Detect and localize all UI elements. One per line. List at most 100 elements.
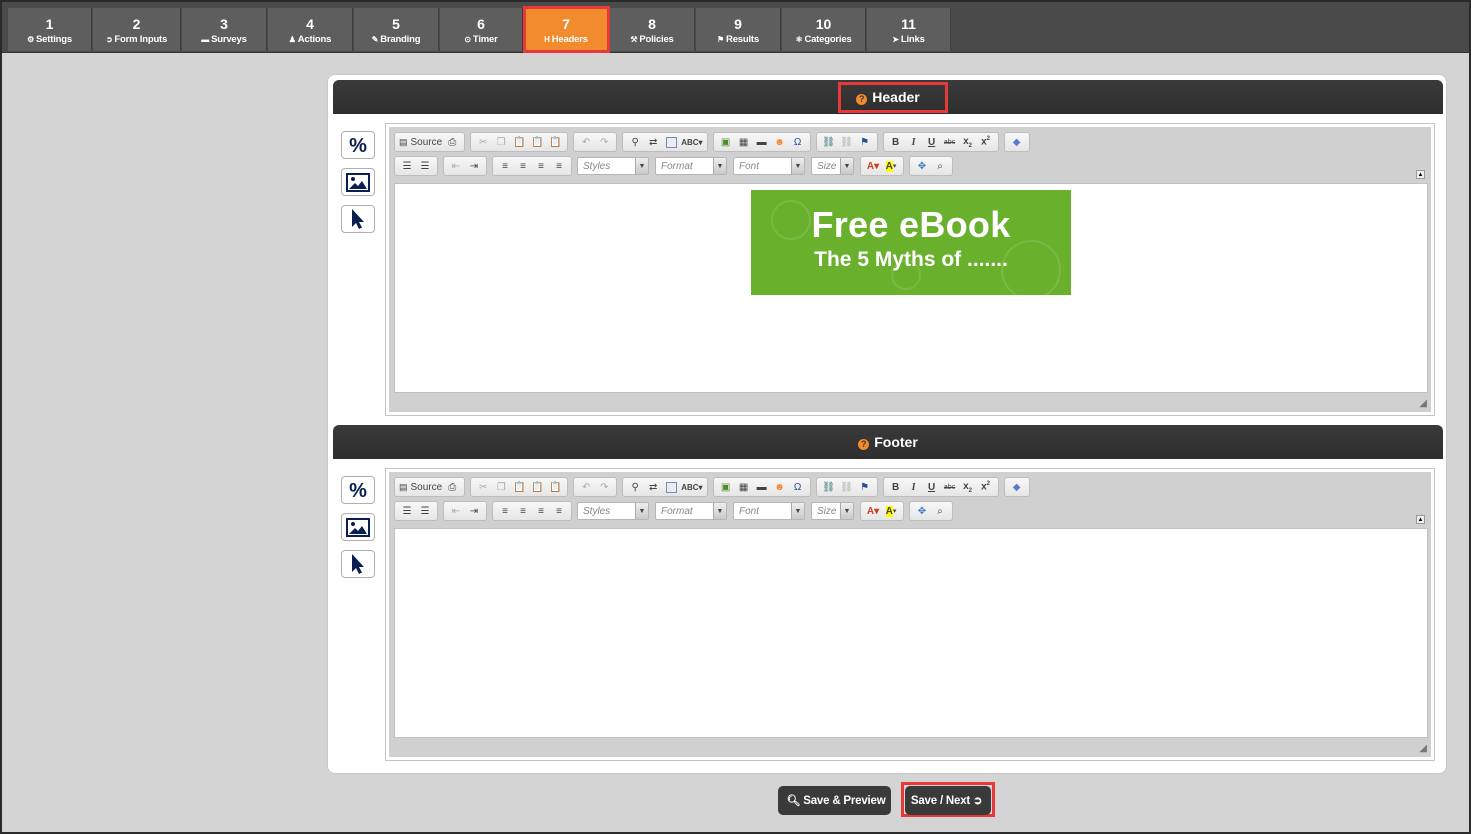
insert-image-button[interactable] <box>341 168 375 196</box>
horizontal-line-button[interactable]: ▬ <box>754 134 770 150</box>
step-categories[interactable]: 10 ⚛ Categories <box>782 8 866 51</box>
anchor-button[interactable]: ⚑ <box>857 479 873 495</box>
align-right-button[interactable]: ≡ <box>533 503 549 519</box>
collapse-toolbar-icon[interactable]: ▲ <box>1416 515 1425 524</box>
table-button[interactable]: ▦ <box>736 479 752 495</box>
paste-button[interactable]: 📋 <box>511 479 527 495</box>
superscript-button[interactable]: x2 <box>978 479 994 495</box>
step-actions[interactable]: 4 ♟ Actions <box>268 8 353 51</box>
text-color-button[interactable]: A▾ <box>865 158 881 174</box>
link-button[interactable]: ⛓ <box>821 134 837 150</box>
size-select[interactable]: Size ▼ <box>811 502 854 520</box>
subscript-button[interactable]: x2 <box>960 479 976 495</box>
step-headers[interactable]: 7 H Headers <box>523 6 610 53</box>
smiley-button[interactable]: ☻ <box>772 134 788 150</box>
maximize-button[interactable]: ✥ <box>914 158 930 174</box>
table-button[interactable]: ▦ <box>736 134 752 150</box>
unlink-button[interactable]: ⛓ <box>839 479 855 495</box>
help-icon[interactable]: ? <box>858 439 870 450</box>
step-branding[interactable]: 5 ✎ Branding <box>354 8 439 51</box>
bg-color-button[interactable]: A ▾ <box>883 503 899 519</box>
justify-button[interactable]: ≡ <box>551 503 567 519</box>
resize-handle-icon[interactable]: ◢ <box>1419 743 1427 754</box>
maximize-button[interactable]: ✥ <box>914 503 930 519</box>
align-right-button[interactable]: ≡ <box>533 158 549 174</box>
redo-button[interactable]: ↷ <box>596 479 612 495</box>
underline-button[interactable]: U <box>924 479 940 495</box>
justify-button[interactable]: ≡ <box>551 158 567 174</box>
font-select[interactable]: Font ▼ <box>733 502 805 520</box>
strike-button[interactable]: abc <box>942 479 958 495</box>
italic-button[interactable]: I <box>906 479 922 495</box>
source-button[interactable]: ▤ Source <box>399 479 442 495</box>
bold-button[interactable]: B <box>888 134 904 150</box>
styles-select[interactable]: Styles ▼ <box>577 157 649 175</box>
numbered-list-button[interactable]: ☰ <box>399 503 415 519</box>
cut-button[interactable]: ✂ <box>475 479 491 495</box>
unlink-button[interactable]: ⛓ <box>839 134 855 150</box>
indent-button[interactable]: ⇥ <box>466 503 482 519</box>
merge-field-button[interactable]: % <box>341 476 375 504</box>
text-color-button[interactable]: A▾ <box>865 503 881 519</box>
bulleted-list-button[interactable]: ☰ <box>417 503 433 519</box>
size-select[interactable]: Size ▼ <box>811 157 854 175</box>
cut-button[interactable]: ✂ <box>475 134 491 150</box>
step-surveys[interactable]: 3 ▬ Surveys <box>182 8 267 51</box>
smiley-button[interactable]: ☻ <box>772 479 788 495</box>
outdent-button[interactable]: ⇤ <box>448 158 464 174</box>
format-select[interactable]: Format ▼ <box>655 502 727 520</box>
styles-select[interactable]: Styles ▼ <box>577 502 649 520</box>
font-select[interactable]: Font ▼ <box>733 157 805 175</box>
underline-button[interactable]: U <box>924 134 940 150</box>
find-button[interactable]: ⚲ <box>627 479 643 495</box>
special-char-button[interactable]: Ω <box>790 479 806 495</box>
save-preview-button[interactable]: 🔍︎ Save & Preview <box>778 786 891 815</box>
remove-format-button[interactable]: ◆ <box>1009 134 1025 150</box>
footer-content-area[interactable] <box>394 528 1428 738</box>
align-center-button[interactable]: ≡ <box>515 503 531 519</box>
show-blocks-button[interactable]: ⌕ <box>932 503 948 519</box>
paste-text-button[interactable]: 📋 <box>529 134 545 150</box>
save-next-button[interactable]: Save / Next ➲ <box>905 786 991 815</box>
merge-field-button[interactable]: % <box>341 131 375 159</box>
step-timer[interactable]: 6 ⊙ Timer <box>440 8 523 51</box>
special-char-button[interactable]: Ω <box>790 134 806 150</box>
paste-text-button[interactable]: 📋 <box>529 479 545 495</box>
header-content-area[interactable]: Free eBook The 5 Myths of ....... <box>394 183 1428 393</box>
replace-button[interactable]: ⇄ <box>645 479 661 495</box>
align-left-button[interactable]: ≡ <box>497 158 513 174</box>
spellcheck-button[interactable]: ABC▾ <box>681 134 702 150</box>
resize-handle-icon[interactable]: ◢ <box>1419 398 1427 409</box>
indent-button[interactable]: ⇥ <box>466 158 482 174</box>
image-button[interactable]: ▣ <box>718 479 734 495</box>
step-links[interactable]: 11 ➤ Links <box>867 8 951 51</box>
replace-button[interactable]: ⇄ <box>645 134 661 150</box>
select-all-button[interactable] <box>663 479 679 495</box>
insert-link-button[interactable] <box>341 550 375 578</box>
insert-image-button[interactable] <box>341 513 375 541</box>
outdent-button[interactable]: ⇤ <box>448 503 464 519</box>
show-blocks-button[interactable]: ⌕ <box>932 158 948 174</box>
step-form-inputs[interactable]: 2 ➲ Form Inputs <box>93 8 181 51</box>
insert-link-button[interactable] <box>341 205 375 233</box>
undo-button[interactable]: ↶ <box>578 134 594 150</box>
align-center-button[interactable]: ≡ <box>515 158 531 174</box>
copy-button[interactable]: ❐ <box>493 479 509 495</box>
source-button[interactable]: ▤ Source <box>399 134 442 150</box>
paste-word-button[interactable]: 📋 <box>547 134 563 150</box>
horizontal-line-button[interactable]: ▬ <box>754 479 770 495</box>
paste-button[interactable]: 📋 <box>511 134 527 150</box>
image-button[interactable]: ▣ <box>718 134 734 150</box>
align-left-button[interactable]: ≡ <box>497 503 513 519</box>
link-button[interactable]: ⛓ <box>821 479 837 495</box>
bold-button[interactable]: B <box>888 479 904 495</box>
copy-button[interactable]: ❐ <box>493 134 509 150</box>
redo-button[interactable]: ↷ <box>596 134 612 150</box>
remove-format-button[interactable]: ◆ <box>1009 479 1025 495</box>
superscript-button[interactable]: x2 <box>978 134 994 150</box>
italic-button[interactable]: I <box>906 134 922 150</box>
strike-button[interactable]: abc <box>942 134 958 150</box>
select-all-button[interactable] <box>663 134 679 150</box>
bulleted-list-button[interactable]: ☰ <box>417 158 433 174</box>
print-button[interactable]: ⎙ <box>444 134 460 150</box>
